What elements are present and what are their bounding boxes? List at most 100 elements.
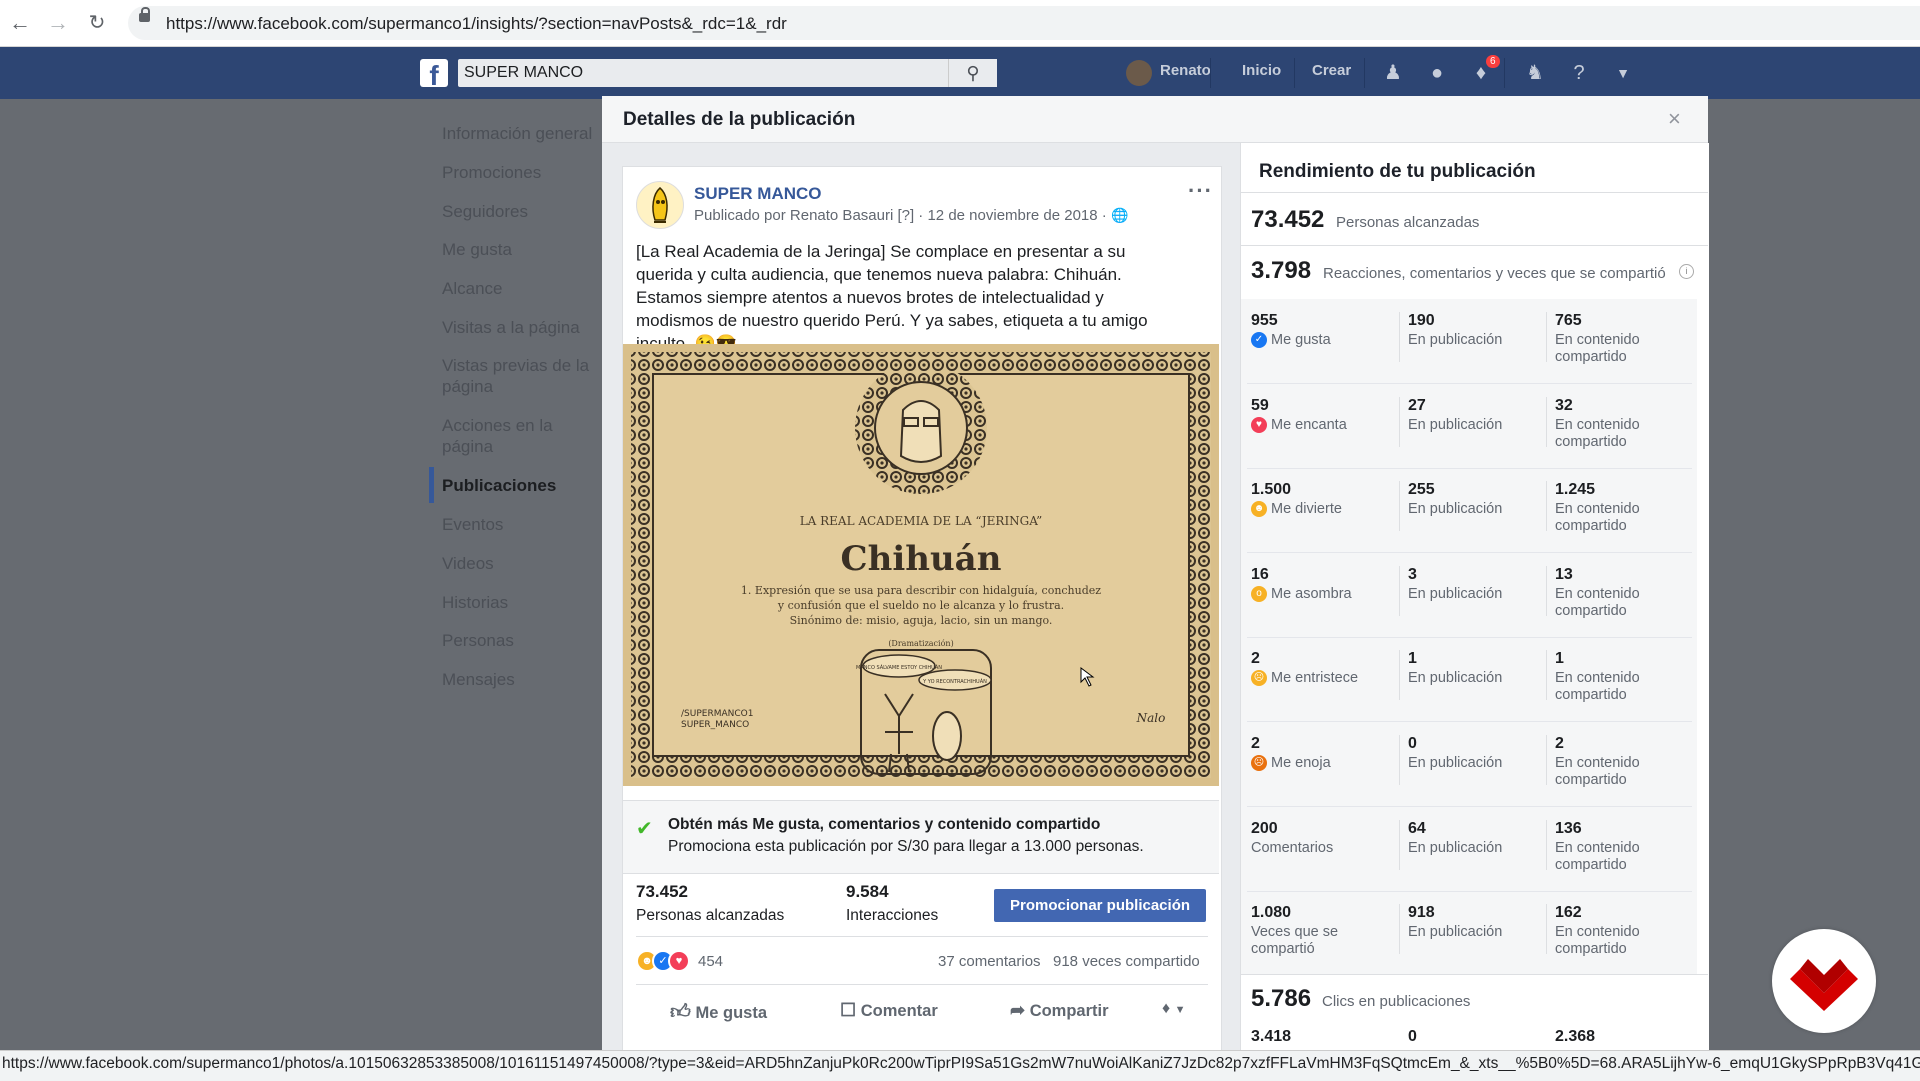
audience-selector[interactable]: ♦ ▼ bbox=[1162, 1000, 1186, 1018]
checkmark-icon: ✔ bbox=[636, 818, 653, 840]
sad-reaction-icon: ☹ bbox=[1251, 670, 1267, 687]
certificate-definition-line-3: Sinónimo de: misio, aguja, lacio, sin un… bbox=[790, 614, 1053, 627]
breakdown-row-post-label: En publicación bbox=[1408, 924, 1503, 940]
thumbs-up-icon: 👍︎ bbox=[670, 1001, 691, 1023]
comment-button-label: Comentar bbox=[860, 1002, 938, 1020]
certificate-academy-title: LA REAL ACADEMIA DE LA “JERINGA” bbox=[800, 514, 1043, 528]
friends-icon[interactable]: ♟ bbox=[1380, 60, 1406, 86]
breakdown-row-post: 0 bbox=[1408, 735, 1417, 752]
page-avatar[interactable] bbox=[636, 181, 684, 229]
certificate-credit-line-2: SUPER_MANCO bbox=[681, 720, 749, 730]
home-link[interactable]: Inicio bbox=[1242, 62, 1281, 79]
divider bbox=[636, 984, 1208, 985]
clicks-breakdown-total: 3.418 bbox=[1251, 1028, 1292, 1045]
menu-item-reach[interactable]: Alcance bbox=[442, 278, 602, 299]
certificate-word: Chihuán bbox=[841, 539, 1002, 579]
search-input[interactable] bbox=[458, 59, 996, 87]
promotion-text: Promociona esta publicación por S/30 par… bbox=[668, 838, 1144, 855]
breakdown-row-shared-label-2: compartido bbox=[1555, 434, 1627, 450]
column-divider bbox=[1546, 904, 1547, 954]
comic-bubble-right: Y YO RECONTRACHIHUÁN bbox=[922, 678, 987, 685]
breakdown-row-post: 1 bbox=[1408, 650, 1417, 667]
menu-item-people[interactable]: Personas bbox=[442, 630, 602, 651]
more-options-icon[interactable]: ··· bbox=[1188, 178, 1213, 204]
clicks-value: 5.786 bbox=[1251, 985, 1312, 1012]
menu-item-events[interactable]: Eventos bbox=[442, 514, 602, 535]
menu-item-videos[interactable]: Videos bbox=[442, 553, 602, 574]
user-avatar[interactable] bbox=[1126, 60, 1152, 86]
create-link[interactable]: Crear bbox=[1312, 62, 1351, 79]
menu-item-messages[interactable]: Mensajes bbox=[442, 669, 602, 690]
speech-bubble-icon: ☐ bbox=[840, 1000, 857, 1020]
breakdown-row-post-label: En publicación bbox=[1408, 332, 1503, 348]
menu-item-stories[interactable]: Historias bbox=[442, 592, 602, 613]
breakdown-row-post-label: En publicación bbox=[1408, 586, 1503, 602]
breakdown-row-label-text: Me asombra bbox=[1271, 586, 1352, 602]
comments-count[interactable]: 37 comentarios bbox=[938, 953, 1041, 970]
search-icon[interactable]: ⚲ bbox=[948, 59, 997, 87]
breakdown-row-shared-label-1: En contenido bbox=[1555, 755, 1640, 771]
address-url[interactable]: https://www.facebook.com/supermanco1/ins… bbox=[166, 14, 787, 34]
breakdown-row-shared-label-1: En contenido bbox=[1555, 840, 1640, 856]
red-chevron-icon bbox=[1790, 959, 1858, 1011]
menu-item-overview[interactable]: Información general bbox=[442, 123, 602, 144]
breakdown-row-label-text: Veces que se compartió bbox=[1251, 924, 1339, 957]
column-divider bbox=[1546, 650, 1547, 700]
share-button[interactable]: ➦ Compartir bbox=[1010, 1000, 1109, 1021]
info-icon[interactable]: i bbox=[1679, 264, 1694, 279]
shares-count[interactable]: 918 veces compartido bbox=[1053, 953, 1200, 970]
certificate-definition-line-2: y confusión que el sueldo no le alcanza … bbox=[777, 599, 1064, 612]
breakdown-row-total: 200 bbox=[1251, 820, 1278, 837]
column-divider bbox=[1546, 820, 1547, 870]
menu-item-page-previews[interactable]: Vistas previas de la página bbox=[442, 355, 602, 397]
menu-item-likes[interactable]: Me gusta bbox=[442, 239, 602, 260]
breakdown-row-total: 16 bbox=[1251, 566, 1269, 583]
certificate-signature: Nalo bbox=[1136, 711, 1166, 725]
reaction-count[interactable]: 454 bbox=[698, 953, 723, 970]
chevron-down-icon[interactable]: ▼ bbox=[1610, 60, 1636, 86]
breakdown-row-total: 2 bbox=[1251, 650, 1260, 667]
post-meta-text: Publicado por Renato Basauri [?] · 12 de… bbox=[694, 207, 1111, 224]
menu-item-promotions[interactable]: Promociones bbox=[442, 162, 602, 183]
breakdown-row-post-label: En publicación bbox=[1408, 840, 1503, 856]
breakdown-row-label: o Me asombra bbox=[1251, 586, 1381, 603]
menu-item-page-views[interactable]: Visitas a la página bbox=[442, 317, 602, 338]
bell-icon: ♦ bbox=[1162, 1000, 1171, 1017]
friend-requests-icon[interactable]: ♞ bbox=[1522, 60, 1548, 86]
post-page-name[interactable]: SUPER MANCO bbox=[694, 184, 822, 204]
column-divider bbox=[1399, 397, 1400, 447]
forward-arrow-icon[interactable]: → bbox=[43, 8, 73, 38]
breakdown-row-post-label: En publicación bbox=[1408, 670, 1503, 686]
breakdown-row-shared-label-2: compartido bbox=[1555, 857, 1627, 873]
like-button[interactable]: 👍︎ Me gusta bbox=[670, 1000, 767, 1024]
breakdown-row-shared: 1.245 bbox=[1555, 481, 1596, 498]
post-meta: Publicado por Renato Basauri [?] · 12 de… bbox=[694, 207, 1128, 224]
breakdown-row-label: ♥ Me encanta bbox=[1251, 417, 1381, 434]
post-image[interactable]: LA REAL ACADEMIA DE LA “JERINGA” Chihuán… bbox=[623, 344, 1219, 786]
divider bbox=[1241, 245, 1708, 246]
menu-item-followers[interactable]: Seguidores bbox=[442, 201, 602, 222]
menu-item-page-actions[interactable]: Acciones en la página bbox=[442, 415, 602, 457]
insights-title: Rendimiento de tu publicación bbox=[1259, 161, 1536, 182]
comment-button[interactable]: ☐ Comentar bbox=[840, 1000, 938, 1021]
row-divider bbox=[1247, 383, 1692, 384]
clicks-breakdown-post: 0 bbox=[1408, 1028, 1417, 1045]
breakdown-row-post-label: En publicación bbox=[1408, 755, 1503, 771]
breakdown-row-total: 955 bbox=[1251, 312, 1278, 329]
share-button-label: Compartir bbox=[1029, 1002, 1109, 1020]
facebook-logo-icon[interactable]: f bbox=[420, 59, 448, 87]
reload-icon[interactable]: ↻ bbox=[82, 8, 112, 38]
breakdown-row-shared-label-2: compartido bbox=[1555, 518, 1627, 534]
column-divider bbox=[1546, 397, 1547, 447]
certificate-definition-line-1: 1. Expresión que se usa para describir c… bbox=[741, 584, 1101, 597]
breakdown-row-label: ☻ Me divierte bbox=[1251, 501, 1381, 518]
menu-item-posts[interactable]: Publicaciones bbox=[442, 475, 602, 496]
breakdown-row-shared: 2 bbox=[1555, 735, 1564, 752]
help-icon[interactable]: ? bbox=[1566, 60, 1592, 86]
user-name-link[interactable]: Renato bbox=[1160, 62, 1211, 79]
promote-post-button[interactable]: Promocionar publicación bbox=[994, 889, 1206, 922]
engagement-value: 3.798 bbox=[1251, 257, 1312, 284]
close-icon[interactable]: × bbox=[1668, 106, 1681, 132]
messenger-icon[interactable]: ● bbox=[1424, 60, 1450, 86]
back-arrow-icon[interactable]: ← bbox=[5, 8, 35, 38]
